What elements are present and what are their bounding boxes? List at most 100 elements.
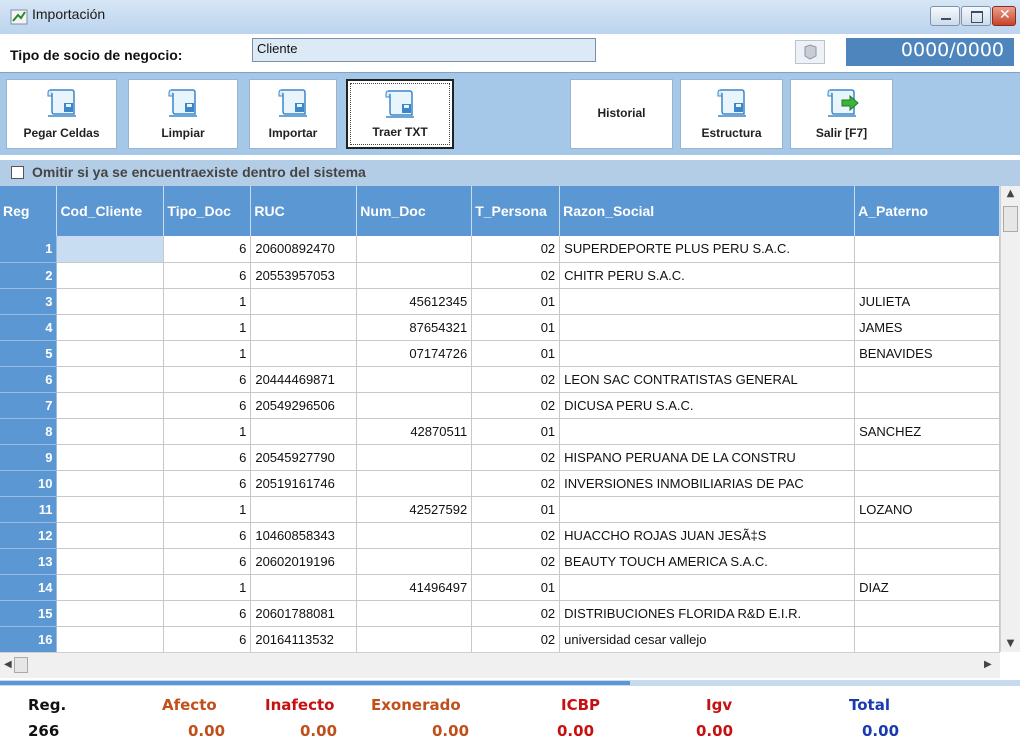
grid-cell-t-persona[interactable]: 02: [471, 522, 561, 549]
table-row[interactable]: 1 6 20600892470 02 SUPERDEPORTE PLUS PERU S.…: [0, 236, 1000, 263]
grid-cell-tipo-doc[interactable]: 1: [163, 314, 252, 341]
partner-type-field[interactable]: Cliente: [252, 38, 596, 62]
grid-cell-a-paterno[interactable]: [854, 236, 1000, 263]
grid-cell-tipo-doc[interactable]: 6: [163, 392, 252, 419]
grid-cell-reg[interactable]: 4: [0, 314, 58, 341]
grid-cell-num-doc[interactable]: [356, 236, 473, 263]
grid-cell-razon-social[interactable]: HUACCHO ROJAS JUAN JESÃ‡S: [559, 522, 856, 549]
grid-cell-num-doc[interactable]: 41496497: [356, 574, 473, 601]
grid-cell-a-paterno[interactable]: DIAZ: [854, 574, 1000, 601]
grid-cell-num-doc[interactable]: [356, 262, 473, 289]
scroll-down-icon[interactable]: ▼: [1001, 638, 1020, 649]
grid-cell-ruc[interactable]: 20164113532: [250, 626, 358, 652]
grid-cell-a-paterno[interactable]: [854, 262, 1000, 289]
grid-cell-ruc[interactable]: 20601788081: [250, 600, 358, 627]
grid-cell-cod-cliente[interactable]: [56, 444, 165, 471]
grid-cell-a-paterno[interactable]: SANCHEZ: [854, 418, 1000, 445]
grid-cell-cod-cliente[interactable]: [56, 366, 165, 393]
table-row[interactable]: 15 6 20601788081 02 DISTRIBUCIONES FLORIDA R…: [0, 600, 1000, 627]
table-row[interactable]: 11 1 42527592 01 LOZANO: [0, 496, 1000, 523]
grid-cell-cod-cliente[interactable]: [56, 418, 165, 445]
scroll-left-icon[interactable]: ◀: [4, 659, 12, 670]
grid-cell-cod-cliente[interactable]: [56, 496, 165, 523]
grid-cell-num-doc[interactable]: 42870511: [356, 418, 473, 445]
table-row[interactable]: 8 1 42870511 01 SANCHEZ: [0, 418, 1000, 445]
grid-cell-ruc[interactable]: 10460858343: [250, 522, 358, 549]
grid-cell-t-persona[interactable]: 01: [471, 340, 561, 367]
paste-cells-button[interactable]: Pegar Celdas: [6, 79, 117, 149]
grid-cell-reg[interactable]: 8: [0, 418, 58, 445]
grid-cell-ruc[interactable]: 20553957053: [250, 262, 358, 289]
maximize-button[interactable]: [961, 6, 991, 26]
grid-cell-cod-cliente[interactable]: [56, 262, 165, 289]
table-row[interactable]: 6 6 20444469871 02 LEON SAC CONTRATISTAS GEN…: [0, 366, 1000, 393]
grid-cell-num-doc[interactable]: [356, 392, 473, 419]
grid-cell-a-paterno[interactable]: [854, 444, 1000, 471]
import-button[interactable]: Importar: [249, 79, 337, 149]
grid-cell-t-persona[interactable]: 01: [471, 314, 561, 341]
col-header-num-doc[interactable]: Num_Doc: [356, 186, 473, 236]
grid-cell-num-doc[interactable]: [356, 600, 473, 627]
grid-cell-t-persona[interactable]: 01: [471, 288, 561, 315]
grid-cell-num-doc[interactable]: [356, 470, 473, 497]
grid-cell-a-paterno[interactable]: JAMES: [854, 314, 1000, 341]
grid-cell-reg[interactable]: 14: [0, 574, 58, 601]
grid-cell-reg[interactable]: 2: [0, 262, 58, 289]
grid-cell-razon-social[interactable]: [559, 574, 856, 601]
scroll-right-icon[interactable]: ▶: [984, 659, 992, 670]
grid-cell-t-persona[interactable]: 01: [471, 418, 561, 445]
grid-cell-t-persona[interactable]: 02: [471, 262, 561, 289]
grid-cell-t-persona[interactable]: 02: [471, 548, 561, 575]
grid-cell-tipo-doc[interactable]: 1: [163, 418, 252, 445]
grid-cell-razon-social[interactable]: BEAUTY TOUCH AMERICA S.A.C.: [559, 548, 856, 575]
grid-cell-razon-social[interactable]: DISTRIBUCIONES FLORIDA R&D E.I.R.: [559, 600, 856, 627]
grid-cell-ruc[interactable]: [250, 418, 358, 445]
horizontal-scrollbar[interactable]: ◀ ▶: [0, 652, 1000, 678]
grid-cell-num-doc[interactable]: 87654321: [356, 314, 473, 341]
col-header-reg[interactable]: Reg: [0, 186, 58, 236]
grid-cell-a-paterno[interactable]: [854, 548, 1000, 575]
grid-cell-a-paterno[interactable]: [854, 522, 1000, 549]
grid-cell-cod-cliente[interactable]: [56, 314, 165, 341]
grid-cell-reg[interactable]: 11: [0, 496, 58, 523]
grid-cell-razon-social[interactable]: DICUSA PERU S.A.C.: [559, 392, 856, 419]
grid-cell-tipo-doc[interactable]: 6: [163, 548, 252, 575]
table-row[interactable]: 14 1 41496497 01 DIAZ: [0, 574, 1000, 601]
grid-cell-razon-social[interactable]: [559, 340, 856, 367]
col-header-a-paterno[interactable]: A_Paterno: [854, 186, 1000, 236]
grid-cell-razon-social[interactable]: INVERSIONES INMOBILIARIAS DE PAC: [559, 470, 856, 497]
grid-cell-t-persona[interactable]: 02: [471, 366, 561, 393]
grid-cell-tipo-doc[interactable]: 1: [163, 340, 252, 367]
grid-cell-reg[interactable]: 6: [0, 366, 58, 393]
grid-cell-a-paterno[interactable]: LOZANO: [854, 496, 1000, 523]
grid-cell-razon-social[interactable]: [559, 496, 856, 523]
grid-cell-t-persona[interactable]: 02: [471, 392, 561, 419]
grid-cell-ruc[interactable]: 20602019196: [250, 548, 358, 575]
grid-cell-num-doc[interactable]: 07174726: [356, 340, 473, 367]
grid-cell-num-doc[interactable]: 42527592: [356, 496, 473, 523]
grid-cell-razon-social[interactable]: LEON SAC CONTRATISTAS GENERAL: [559, 366, 856, 393]
grid-cell-cod-cliente[interactable]: [56, 470, 165, 497]
table-row[interactable]: 10 6 20519161746 02 INVERSIONES INMOBILIARIA…: [0, 470, 1000, 497]
grid-cell-reg[interactable]: 12: [0, 522, 58, 549]
omit-existing-checkbox[interactable]: [11, 166, 24, 179]
vertical-scroll-thumb[interactable]: [1003, 206, 1018, 232]
table-row[interactable]: 16 6 20164113532 02 universidad cesar vallej…: [0, 626, 1000, 652]
grid-cell-t-persona[interactable]: 01: [471, 496, 561, 523]
grid-cell-cod-cliente[interactable]: [56, 548, 165, 575]
grid-cell-ruc[interactable]: [250, 288, 358, 315]
grid-cell-tipo-doc[interactable]: 6: [163, 444, 252, 471]
grid-cell-reg[interactable]: 15: [0, 600, 58, 627]
col-header-tipo-doc[interactable]: Tipo_Doc: [163, 186, 252, 236]
grid-cell-a-paterno[interactable]: [854, 470, 1000, 497]
grid-cell-reg[interactable]: 13: [0, 548, 58, 575]
grid-cell-reg[interactable]: 5: [0, 340, 58, 367]
close-button[interactable]: ✕: [992, 6, 1016, 26]
grid-cell-reg[interactable]: 9: [0, 444, 58, 471]
scroll-up-icon[interactable]: ▲: [1001, 188, 1020, 199]
grid-cell-razon-social[interactable]: [559, 314, 856, 341]
horizontal-scroll-thumb[interactable]: [14, 657, 28, 673]
grid-cell-reg[interactable]: 10: [0, 470, 58, 497]
clear-button[interactable]: Limpiar: [128, 79, 238, 149]
grid-cell-num-doc[interactable]: [356, 626, 473, 652]
